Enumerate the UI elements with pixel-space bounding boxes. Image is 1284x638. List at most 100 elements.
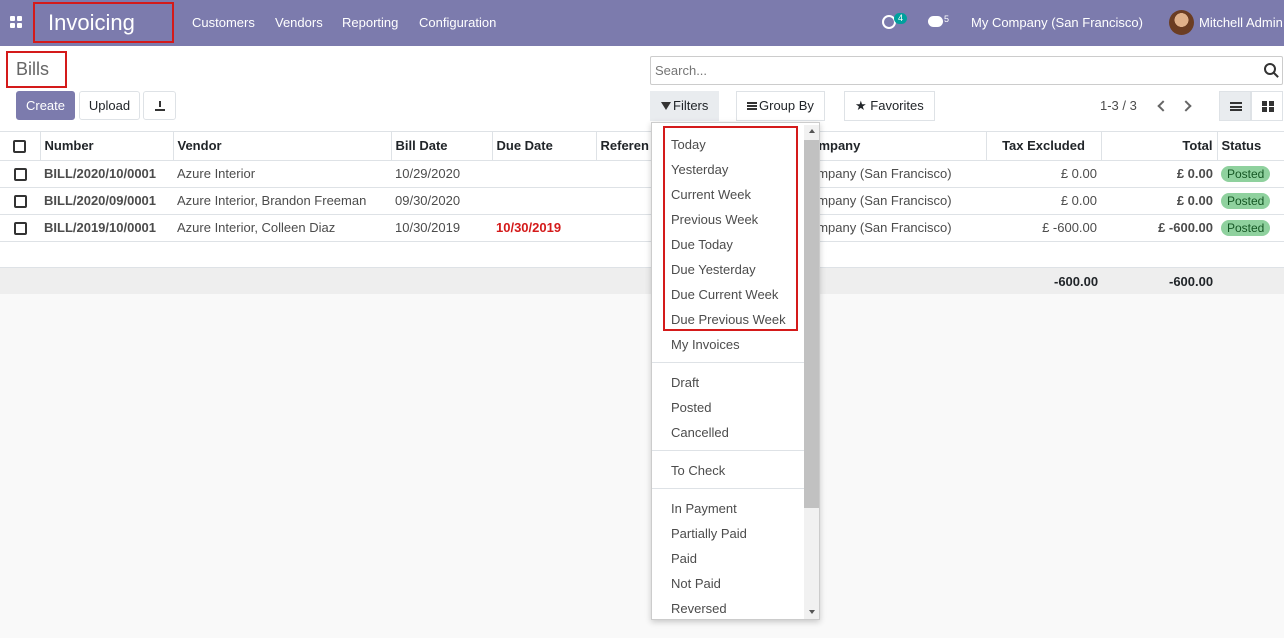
cell-number: BILL/2019/10/0001 bbox=[40, 214, 173, 242]
cell-total: £ 0.00 bbox=[1101, 187, 1217, 215]
menu-vendors[interactable]: Vendors bbox=[275, 0, 323, 46]
table-row[interactable]: BILL/2019/10/0001 Azure Interior, Collee… bbox=[0, 214, 1284, 242]
header-tax-excluded[interactable]: Tax Excluded bbox=[986, 132, 1102, 161]
star-icon: ★ bbox=[855, 98, 867, 113]
company-switcher[interactable]: My Company (San Francisco) bbox=[971, 0, 1143, 46]
total-total: -600.00 bbox=[1169, 274, 1214, 289]
list-view-button[interactable] bbox=[1219, 91, 1251, 121]
funnel-icon bbox=[661, 102, 671, 110]
search-input[interactable] bbox=[651, 57, 1251, 84]
group-by-label: Group By bbox=[759, 98, 814, 113]
cell-due-date bbox=[492, 187, 596, 215]
user-avatar[interactable] bbox=[1169, 10, 1194, 35]
header-vendor[interactable]: Vendor bbox=[173, 132, 392, 161]
header-status[interactable]: Status bbox=[1217, 132, 1284, 161]
table-row[interactable]: BILL/2020/09/0001 Azure Interior, Brando… bbox=[0, 187, 1284, 215]
create-button[interactable]: Create bbox=[16, 91, 75, 120]
filter-to-check[interactable]: To Check bbox=[671, 463, 725, 478]
filter-posted[interactable]: Posted bbox=[671, 400, 711, 415]
row-checkbox[interactable] bbox=[13, 195, 27, 209]
upload-button[interactable]: Upload bbox=[79, 91, 140, 120]
kanban-view-button[interactable] bbox=[1251, 91, 1283, 121]
status-badge: Posted bbox=[1221, 192, 1271, 209]
group-by-button[interactable]: Group By bbox=[736, 91, 825, 121]
row-checkbox[interactable] bbox=[13, 168, 27, 182]
cell-bill-date: 09/30/2020 bbox=[391, 187, 492, 215]
page-title: Bills bbox=[6, 51, 67, 88]
row-select-cell[interactable] bbox=[0, 187, 40, 215]
header-bill-date[interactable]: Bill Date bbox=[391, 132, 493, 161]
total-tax-excluded: -600.00 bbox=[1054, 274, 1099, 289]
cell-total: £ -600.00 bbox=[1101, 214, 1217, 242]
select-all-cell[interactable] bbox=[0, 132, 41, 161]
dropdown-divider bbox=[652, 450, 805, 451]
cell-number: BILL/2020/09/0001 bbox=[40, 187, 173, 215]
message-count-badge: 5 bbox=[944, 14, 950, 24]
status-badge: Posted bbox=[1221, 219, 1271, 236]
activity-count-badge: 4 bbox=[894, 13, 908, 24]
messages-icon[interactable] bbox=[928, 16, 943, 27]
date-filters-highlight bbox=[663, 126, 798, 331]
app-brand[interactable]: Invoicing bbox=[33, 2, 174, 43]
cell-bill-date: 10/30/2019 bbox=[391, 214, 492, 242]
filter-draft[interactable]: Draft bbox=[671, 375, 699, 390]
favorites-button[interactable]: ★ Favorites bbox=[844, 91, 935, 121]
dropdown-scroll-thumb[interactable] bbox=[804, 140, 819, 508]
status-badge: Posted bbox=[1221, 165, 1271, 182]
empty-row bbox=[0, 241, 1284, 268]
cell-tax-excluded: £ 0.00 bbox=[986, 187, 1101, 215]
filters-button[interactable]: Filters bbox=[650, 91, 720, 121]
scroll-up-icon[interactable] bbox=[809, 129, 815, 133]
cell-status: Posted bbox=[1217, 214, 1284, 242]
dropdown-divider bbox=[652, 488, 805, 489]
search-bar bbox=[650, 56, 1283, 85]
user-menu[interactable]: Mitchell Admin bbox=[1199, 0, 1283, 46]
filter-my-invoices[interactable]: My Invoices bbox=[671, 337, 740, 352]
bars-icon bbox=[747, 102, 757, 110]
filters-label: Filters bbox=[673, 98, 709, 113]
search-icon[interactable] bbox=[1264, 63, 1276, 75]
header-due-date[interactable]: Due Date bbox=[492, 132, 597, 161]
download-button[interactable] bbox=[143, 91, 176, 120]
cell-vendor: Azure Interior, Brandon Freeman bbox=[173, 187, 391, 215]
menu-configuration[interactable]: Configuration bbox=[419, 0, 496, 46]
select-all-checkbox[interactable] bbox=[13, 140, 27, 154]
row-select-cell[interactable] bbox=[0, 214, 40, 242]
top-navbar: Invoicing Customers Vendors Reporting Co… bbox=[0, 0, 1284, 46]
menu-customers[interactable]: Customers bbox=[192, 0, 255, 46]
dropdown-divider bbox=[652, 362, 805, 363]
cell-status: Posted bbox=[1217, 187, 1284, 215]
cell-company: ompany (San Francisco) bbox=[806, 187, 986, 215]
cell-total: £ 0.00 bbox=[1101, 160, 1217, 188]
cell-due-date: 10/30/2019 bbox=[492, 214, 596, 242]
cell-status: Posted bbox=[1217, 160, 1284, 188]
header-number[interactable]: Number bbox=[40, 132, 174, 161]
apps-menu-icon[interactable] bbox=[10, 16, 23, 29]
filter-partially-paid[interactable]: Partially Paid bbox=[671, 526, 747, 541]
list-icon bbox=[1230, 102, 1242, 111]
header-total[interactable]: Total bbox=[1101, 132, 1218, 161]
row-select-cell[interactable] bbox=[0, 160, 40, 188]
menu-reporting[interactable]: Reporting bbox=[342, 0, 398, 46]
filter-not-paid[interactable]: Not Paid bbox=[671, 576, 721, 591]
filter-paid[interactable]: Paid bbox=[671, 551, 697, 566]
row-checkbox[interactable] bbox=[13, 222, 27, 236]
header-company[interactable]: ompany bbox=[806, 132, 987, 161]
totals-row: -600.00 -600.00 bbox=[0, 268, 1284, 294]
cell-company: ompany (San Francisco) bbox=[806, 160, 986, 188]
download-icon bbox=[154, 101, 165, 111]
pager-value[interactable]: 1-3 / 3 bbox=[1100, 98, 1137, 113]
cell-tax-excluded: £ 0.00 bbox=[986, 160, 1101, 188]
bills-table: Number Vendor Bill Date Due Date Referen… bbox=[0, 132, 1284, 268]
kanban-icon bbox=[1262, 101, 1274, 112]
favorites-label: Favorites bbox=[870, 98, 924, 113]
cell-number: BILL/2020/10/0001 bbox=[40, 160, 173, 188]
cell-vendor: Azure Interior, Colleen Diaz bbox=[173, 214, 391, 242]
table-row[interactable]: BILL/2020/10/0001 Azure Interior 10/29/2… bbox=[0, 160, 1284, 188]
table-header-row: Number Vendor Bill Date Due Date Referen… bbox=[0, 132, 1284, 161]
scroll-down-icon[interactable] bbox=[809, 610, 815, 614]
filter-reversed[interactable]: Reversed bbox=[671, 601, 727, 616]
cell-vendor: Azure Interior bbox=[173, 160, 391, 188]
filter-cancelled[interactable]: Cancelled bbox=[671, 425, 729, 440]
filter-in-payment[interactable]: In Payment bbox=[671, 501, 737, 516]
